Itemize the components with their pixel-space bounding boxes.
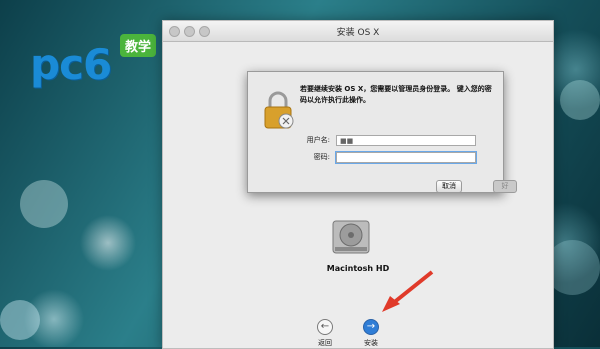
cancel-button[interactable]: 取消 xyxy=(436,180,462,193)
password-row: 密码: xyxy=(300,151,476,163)
back-label: 返回 xyxy=(318,339,332,347)
window-title: 安装 OS X xyxy=(336,28,380,38)
background-bokeh xyxy=(0,300,40,340)
auth-message: 若要继续安装 OS X，您需要以管理员身份登录。 键入您的密码以允许执行此操作。 xyxy=(300,85,492,104)
back-arrow-icon[interactable]: ← xyxy=(317,319,333,335)
hard-disk-icon[interactable] xyxy=(331,219,371,255)
username-label: 用户名: xyxy=(306,136,330,144)
install-button[interactable]: → 安装 xyxy=(351,319,391,348)
logo-text: pc6 xyxy=(30,40,112,89)
password-field[interactable] xyxy=(336,151,476,163)
logo-badge: 教学 xyxy=(120,34,157,57)
title-bar: 安装 OS X xyxy=(163,21,553,42)
background-bokeh xyxy=(560,80,600,120)
back-button[interactable]: ← 返回 xyxy=(305,319,345,348)
background-bokeh xyxy=(20,180,68,228)
auth-dialog: 若要继续安装 OS X，您需要以管理员身份登录。 键入您的密码以允许执行此操作。… xyxy=(247,71,517,193)
lock-icon xyxy=(264,91,294,129)
ok-button[interactable]: 好 xyxy=(493,180,517,193)
disk-label: Macintosh HD xyxy=(326,264,390,273)
forward-arrow-icon[interactable]: → xyxy=(363,319,379,335)
username-row: 用户名: ■■ xyxy=(300,134,476,146)
red-pointer-arrow-icon xyxy=(382,270,434,312)
installer-window: 安装 OS X 若要继续安装 OS X，您需要以管理员身份登录。 键入您的密码以… xyxy=(162,20,554,349)
watermark-logo: pc6 教学 xyxy=(30,30,180,90)
install-label: 安装 xyxy=(364,339,378,347)
username-field[interactable]: ■■ xyxy=(336,134,476,146)
password-label: 密码: xyxy=(313,153,330,161)
